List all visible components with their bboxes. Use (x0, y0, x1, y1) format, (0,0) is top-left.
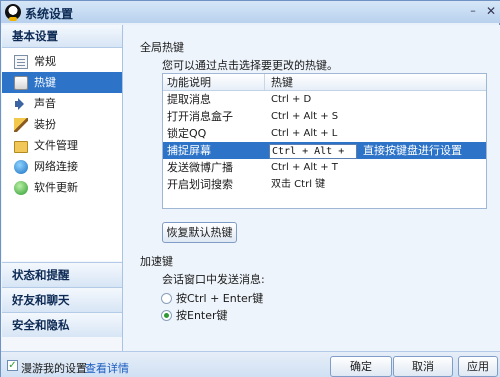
sidebar-item-label: 热键 (34, 76, 56, 89)
window-title: 系统设置 (25, 7, 74, 21)
row-hotkey: Ctrl + Alt + L (271, 128, 338, 139)
row-function: 打开消息盒子 (167, 110, 233, 123)
row-hotkey-edit: Ctrl + Alt + 直接按键盘进行设置 (265, 142, 462, 159)
sidebar-item-label: 常规 (34, 55, 56, 68)
radio-button[interactable] (161, 292, 172, 304)
hotkey-table: 功能说明 热键 提取消息 Ctrl + D 打开消息盒子 Ctrl + Alt … (162, 73, 487, 209)
hotkey-capture-hint: 直接按键盘进行设置 (363, 144, 462, 157)
hotkey-description: 您可以通过点击选择要更改的热键。 (162, 59, 338, 72)
hotkey-capture-input[interactable]: Ctrl + Alt + (269, 143, 357, 159)
brush-icon (14, 117, 28, 132)
nav-group-friends-chat[interactable]: 好友和聊天 (2, 287, 122, 312)
section-title-accelerator: 加速键 (140, 255, 173, 268)
table-row[interactable]: 锁定QQ Ctrl + Alt + L (163, 125, 486, 142)
title-buttons: – ✕ (465, 3, 499, 19)
sidebar-item-hotkeys[interactable]: 热键 (2, 72, 122, 93)
row-hotkey: 双击 Ctrl 键 (271, 179, 326, 190)
section-title-global-hotkeys: 全局热键 (140, 41, 184, 54)
ok-button[interactable]: 确定 (330, 356, 392, 377)
sidebar-item-label: 声音 (34, 97, 56, 110)
sidebar-item-label: 装扮 (34, 118, 56, 131)
sidebar-item-sound[interactable]: 声音 (2, 93, 122, 114)
table-row[interactable]: 提取消息 Ctrl + D (163, 91, 486, 108)
sidebar-item-software-update[interactable]: 软件更新 (2, 177, 122, 198)
cancel-button[interactable]: 取消 (393, 356, 453, 377)
accelerator-subtitle: 会话窗口中发送消息: (162, 273, 265, 286)
view-details-link[interactable]: 查看详情 (85, 360, 129, 376)
keyboard-icon (14, 75, 28, 90)
apply-button[interactable]: 应用 (458, 356, 498, 377)
roam-settings-label: 漫游我的设置 (21, 362, 87, 375)
sidebar-item-label: 软件更新 (34, 181, 78, 194)
table-row[interactable]: 开启划词搜索 双击 Ctrl 键 (163, 176, 486, 193)
restore-default-hotkeys-button[interactable]: 恢复默认热键 (162, 222, 237, 243)
folder-icon (14, 140, 28, 153)
row-function: 捕捉屏幕 (167, 144, 211, 157)
document-icon (14, 54, 28, 69)
row-function: 发送微博广播 (167, 161, 233, 174)
table-row-selected[interactable]: 捕捉屏幕 Ctrl + Alt + 直接按键盘进行设置 (163, 142, 486, 159)
settings-sidebar: 基本设置 常规 热键 声音 装扮 文件管理 网络连接 软件更新 状态和提醒 好友… (2, 25, 123, 351)
sidebar-item-label: 文件管理 (34, 139, 78, 152)
qq-penguin-icon (5, 4, 21, 21)
radio-label: 按Ctrl + Enter键 (176, 292, 264, 305)
radio-ctrl-enter[interactable]: 按Ctrl + Enter键 (161, 290, 263, 306)
title-bar[interactable]: 系统设置 – ✕ (1, 1, 500, 23)
settings-content: 全局热键 您可以通过点击选择要更改的热键。 功能说明 热键 提取消息 Ctrl … (124, 25, 500, 351)
settings-window: 系统设置 – ✕ 基本设置 常规 热键 声音 装扮 文件管理 网络连接 软件更新… (0, 0, 500, 377)
row-function: 锁定QQ (167, 127, 207, 140)
nav-group-basic-settings[interactable]: 基本设置 (2, 25, 122, 48)
radio-label: 按Enter键 (176, 309, 228, 322)
sidebar-item-label: 网络连接 (34, 160, 78, 173)
row-hotkey: Ctrl + Alt + S (271, 111, 339, 122)
row-function: 开启划词搜索 (167, 178, 233, 191)
sidebar-item-appearance[interactable]: 装扮 (2, 114, 122, 135)
column-header-function: 功能说明 (163, 74, 265, 90)
radio-enter[interactable]: 按Enter键 (161, 307, 228, 323)
nav-item-list: 常规 热键 声音 装扮 文件管理 网络连接 软件更新 (2, 48, 122, 261)
roam-settings-checkbox[interactable]: ✓ (7, 360, 18, 371)
sidebar-item-network[interactable]: 网络连接 (2, 156, 122, 177)
minimize-icon[interactable]: – (465, 3, 481, 19)
close-icon[interactable]: ✕ (483, 3, 499, 19)
update-icon (14, 180, 28, 195)
sidebar-item-general[interactable]: 常规 (2, 51, 122, 72)
nav-group-security-privacy[interactable]: 安全和隐私 (2, 312, 122, 337)
radio-button-checked[interactable] (161, 309, 172, 321)
row-function: 提取消息 (167, 93, 211, 106)
table-header: 功能说明 热键 (163, 74, 486, 91)
table-row[interactable]: 打开消息盒子 Ctrl + Alt + S (163, 108, 486, 125)
nav-group-status-alerts[interactable]: 状态和提醒 (2, 262, 122, 287)
table-row[interactable]: 发送微博广播 Ctrl + Alt + T (163, 159, 486, 176)
dialog-footer: ✓ 漫游我的设置 查看详情 确定 取消 应用 (1, 351, 500, 377)
network-icon (14, 159, 28, 174)
column-header-hotkey: 热键 (271, 76, 293, 89)
sidebar-item-file-management[interactable]: 文件管理 (2, 135, 122, 156)
row-hotkey: Ctrl + Alt + T (271, 162, 338, 173)
row-hotkey: Ctrl + D (271, 94, 312, 105)
speaker-icon (14, 97, 28, 111)
